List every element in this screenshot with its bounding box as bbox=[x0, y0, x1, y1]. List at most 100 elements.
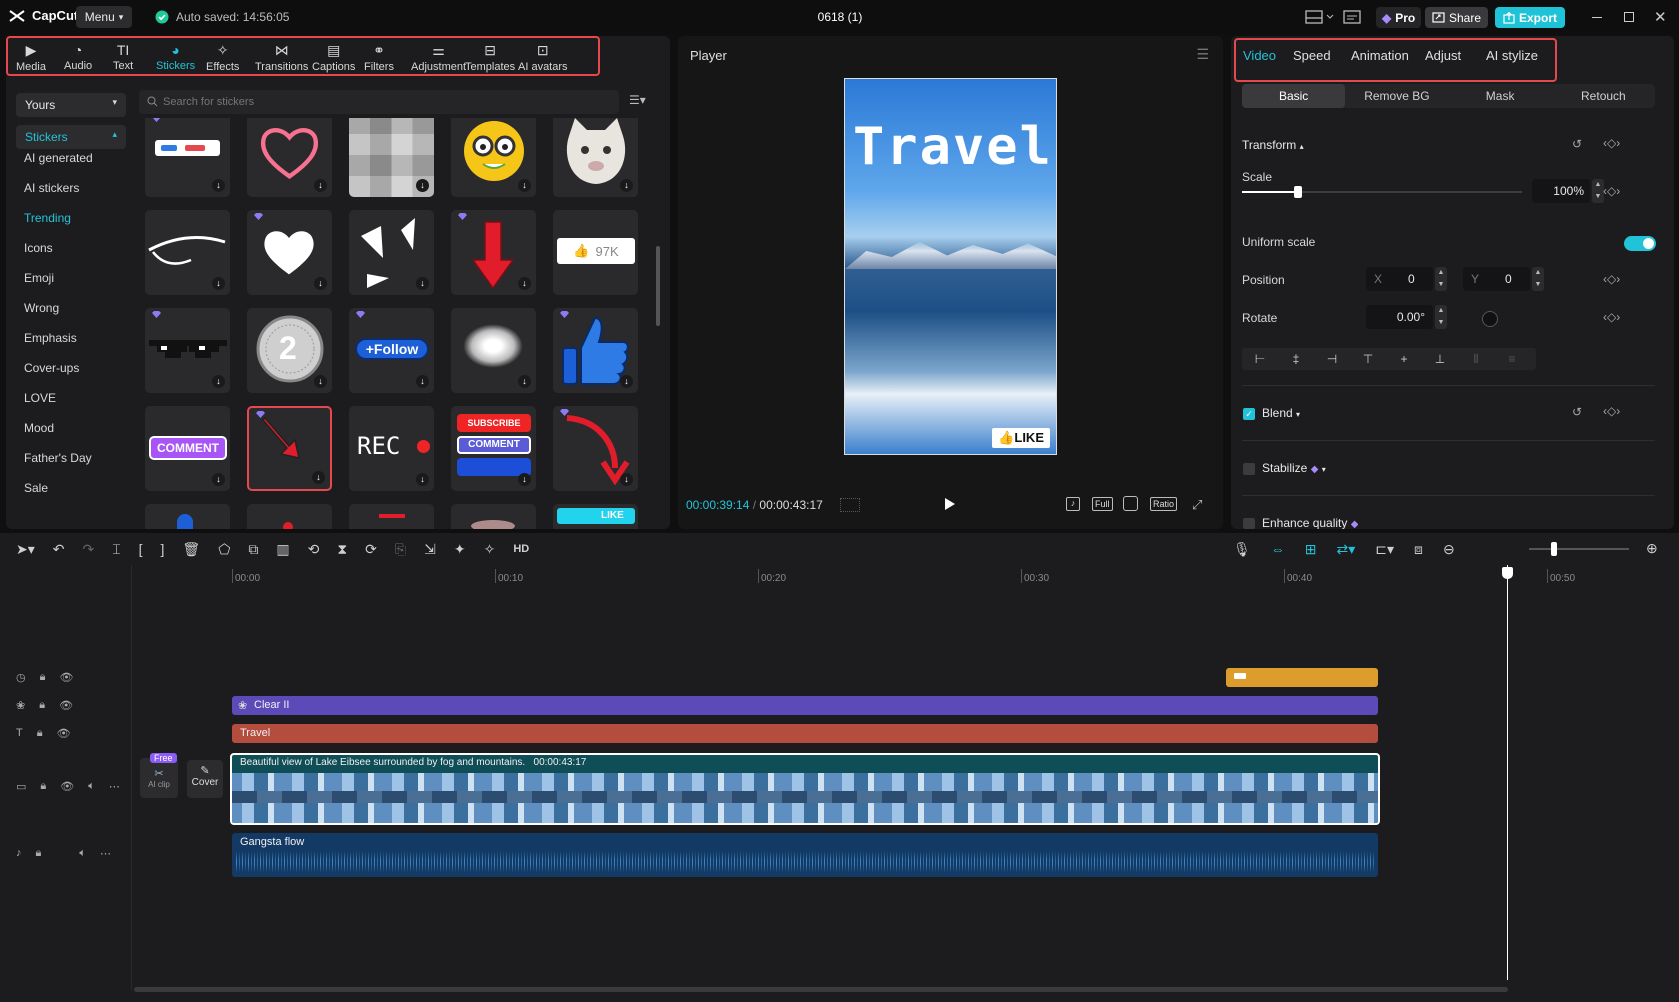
ai-remove-icon[interactable]: ✦ bbox=[454, 541, 466, 558]
subtab-retouch[interactable]: Retouch bbox=[1552, 84, 1655, 108]
tool-tab-adjustment[interactable]: ⚌ Adjustment bbox=[411, 42, 466, 73]
subtab-mask[interactable]: Mask bbox=[1449, 84, 1552, 108]
delete-icon[interactable]: 🗑 bbox=[182, 541, 200, 558]
fullscreen-icon[interactable]: ⤢ bbox=[1192, 497, 1202, 513]
sidebar-dropdown[interactable]: Yours ▾ bbox=[16, 93, 126, 117]
sidebar-item-emoji[interactable]: Emoji bbox=[24, 271, 54, 285]
sticker-red-arrow-down[interactable]: ↓ bbox=[451, 210, 536, 295]
download-icon[interactable]: ↓ bbox=[518, 179, 531, 192]
transform-header[interactable]: Transform ▴ bbox=[1242, 138, 1304, 152]
sticker-mosaic[interactable]: ↓ bbox=[349, 118, 434, 197]
tab-speed[interactable]: Speed bbox=[1293, 48, 1331, 63]
sticker-nerd-emoji[interactable]: ↓ bbox=[451, 118, 536, 197]
sidebar-item-mood[interactable]: Mood bbox=[24, 421, 54, 435]
align-center-h-icon[interactable]: ‡ bbox=[1278, 352, 1314, 366]
download-icon[interactable]: ↓ bbox=[312, 471, 325, 484]
link-icon[interactable]: ⇔ bbox=[1271, 541, 1285, 558]
close-icon[interactable]: ✕ bbox=[1654, 8, 1667, 26]
undo-icon[interactable]: ↶ bbox=[53, 541, 65, 558]
sticker-partial-2[interactable] bbox=[247, 504, 332, 529]
sticker-clip[interactable] bbox=[1226, 668, 1378, 687]
sidebar-section-stickers[interactable]: Stickers ▴ bbox=[16, 125, 126, 149]
enhance-checkbox[interactable] bbox=[1243, 518, 1255, 529]
keyframe-icon[interactable]: ‹◇› bbox=[1603, 136, 1620, 150]
cover-button[interactable]: ✎ Cover bbox=[187, 760, 223, 798]
stabilize-header[interactable]: Stabilize ◆ ▾ bbox=[1262, 461, 1326, 475]
restore-icon[interactable] bbox=[1624, 12, 1634, 22]
sidebar-item-icons[interactable]: Icons bbox=[24, 241, 53, 255]
download-icon[interactable]: ↓ bbox=[416, 277, 429, 290]
lock-icon[interactable]: 🔒︎ bbox=[40, 780, 46, 793]
share-button[interactable]: Share bbox=[1425, 7, 1489, 28]
sticker-like-count[interactable]: 👍 97K bbox=[553, 210, 638, 295]
download-icon[interactable]: ↓ bbox=[212, 473, 225, 486]
sticker-scrollbar[interactable] bbox=[656, 246, 660, 326]
zoom-slider[interactable] bbox=[1529, 542, 1629, 556]
sidebar-item-father-s-day[interactable]: Father's Day bbox=[24, 451, 92, 465]
download-icon[interactable]: ↓ bbox=[314, 375, 327, 388]
sidebar-item-love[interactable]: LOVE bbox=[24, 391, 56, 405]
distribute-h-icon[interactable]: ⫴ bbox=[1458, 352, 1494, 367]
filter-icon[interactable]: ☰▾ bbox=[629, 93, 646, 107]
enhance-header[interactable]: Enhance quality ◆ bbox=[1262, 516, 1358, 529]
align-left-icon[interactable]: ⊢ bbox=[1242, 352, 1278, 366]
zoom-fit-icon[interactable] bbox=[1123, 496, 1138, 511]
sticker-partial-3[interactable] bbox=[349, 504, 434, 529]
audio-clip[interactable]: Gangsta flow bbox=[232, 833, 1378, 877]
reset-icon[interactable]: ↺ bbox=[1572, 137, 1582, 151]
timeline-scrollbar[interactable] bbox=[134, 987, 1508, 992]
tool-tab-templates[interactable]: ⊟ Templates bbox=[465, 42, 515, 73]
volume-icon[interactable]: 🔈︎ bbox=[79, 847, 86, 860]
ai-clip-button[interactable]: Free ✂ AI clip bbox=[140, 753, 178, 798]
sticker-subscribe-comment[interactable]: SUBSCRIBE COMMENT ↓ bbox=[451, 406, 536, 491]
download-icon[interactable]: ↓ bbox=[314, 277, 327, 290]
time-ruler[interactable]: 00:00 00:10 00:20 00:30 00:40 00:50 bbox=[232, 565, 1652, 587]
ratio-button[interactable]: Ratio bbox=[1150, 497, 1178, 511]
sticker-follow[interactable]: +Follow ↓ bbox=[349, 308, 434, 393]
lock-icon[interactable]: 🔒︎ bbox=[37, 727, 43, 740]
tool-tab-filters[interactable]: ⚭ Filters bbox=[364, 42, 394, 73]
sticker-spikes[interactable]: ↓ bbox=[349, 210, 434, 295]
split-icon[interactable]: ⌶ bbox=[112, 541, 120, 558]
pro-button[interactable]: ◆ Pro bbox=[1376, 7, 1422, 28]
align-top-icon[interactable]: ⊤ bbox=[1350, 352, 1386, 366]
preview-canvas[interactable]: Travel 👍LIKE bbox=[844, 78, 1057, 455]
magic-wand-icon[interactable]: ✧ bbox=[484, 541, 496, 558]
timeline-grid-icon[interactable] bbox=[840, 498, 860, 512]
sticker-rec[interactable]: REC ↓ bbox=[349, 406, 434, 491]
download-icon[interactable]: ↓ bbox=[212, 179, 225, 192]
download-icon[interactable]: ↓ bbox=[212, 375, 225, 388]
video-clip[interactable]: Beautiful view of Lake Eibsee surrounded… bbox=[230, 753, 1380, 825]
tab-video[interactable]: Video bbox=[1243, 48, 1276, 63]
sticker-glow-bow[interactable]: ↓ bbox=[451, 308, 536, 393]
position-x-input[interactable]: X 0 bbox=[1366, 267, 1433, 291]
lock-icon[interactable]: 🔒︎ bbox=[36, 847, 42, 860]
layout-icon[interactable] bbox=[1305, 10, 1335, 24]
eye-icon[interactable]: 👁︎ bbox=[57, 727, 71, 740]
tool-tab-stickers[interactable]: ◕ Stickers bbox=[156, 42, 195, 72]
sidebar-item-emphasis[interactable]: Emphasis bbox=[24, 331, 77, 345]
subtitle-icon[interactable] bbox=[1343, 10, 1361, 24]
zoom-out-icon[interactable]: ⊖ bbox=[1443, 541, 1455, 558]
reverse-icon[interactable]: ⟲ bbox=[308, 541, 320, 558]
sidebar-item-ai-stickers[interactable]: AI stickers bbox=[24, 181, 79, 195]
sticker-partial-1[interactable] bbox=[145, 504, 230, 529]
sidebar-item-ai-generated[interactable]: AI generated bbox=[24, 151, 93, 165]
search-input[interactable] bbox=[163, 93, 603, 111]
eye-icon[interactable]: 👁︎ bbox=[59, 699, 73, 712]
sticker-comment[interactable]: COMMENT ↓ bbox=[145, 406, 230, 491]
sticker-partial-5[interactable]: LIKE bbox=[553, 504, 638, 529]
play-button[interactable] bbox=[944, 497, 956, 511]
tab-adjust[interactable]: Adjust bbox=[1425, 48, 1461, 63]
fit-icon[interactable]: ⧈ bbox=[1414, 541, 1423, 558]
rotate-icon[interactable]: ⟳ bbox=[365, 541, 377, 558]
keyframe-icon[interactable]: ‹◇› bbox=[1603, 404, 1620, 418]
audio-split-icon[interactable]: ⇲ bbox=[424, 541, 436, 558]
align-right-icon[interactable]: ⊣ bbox=[1314, 352, 1350, 366]
keyframe-icon[interactable]: ‹◇› bbox=[1603, 310, 1620, 324]
sticker-curved-arrow[interactable]: ↓ bbox=[553, 406, 638, 491]
eye-icon[interactable]: 👁︎ bbox=[59, 671, 73, 684]
position-y-input[interactable]: Y 0 bbox=[1463, 267, 1530, 291]
minimize-icon[interactable] bbox=[1592, 17, 1602, 18]
stabilize-checkbox[interactable] bbox=[1243, 463, 1255, 475]
